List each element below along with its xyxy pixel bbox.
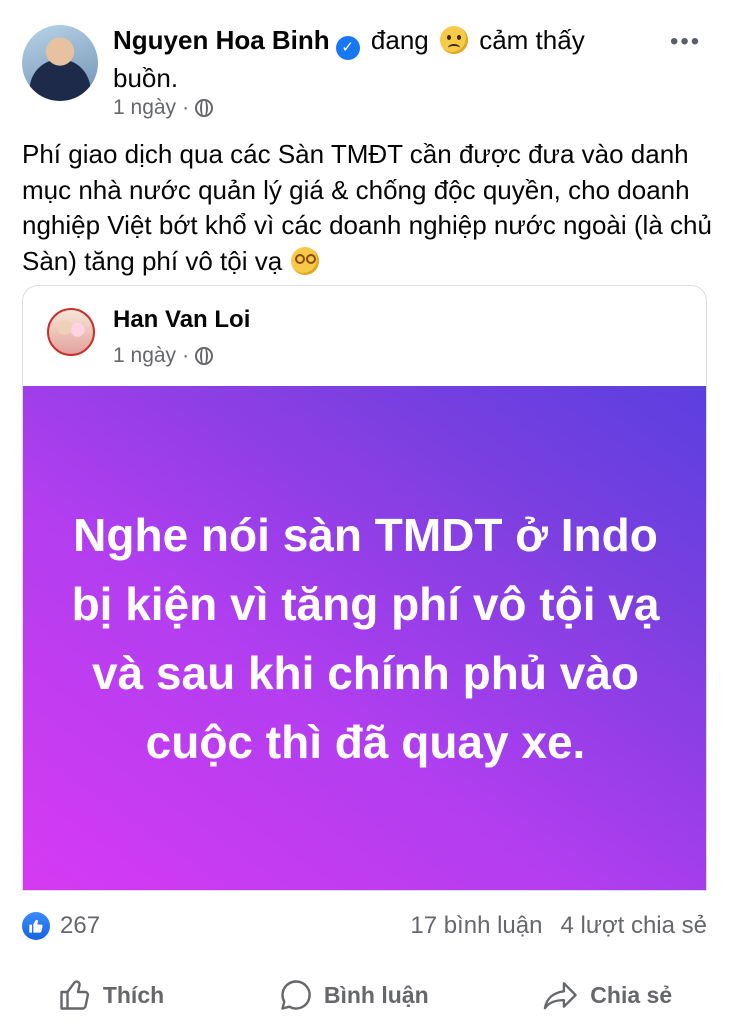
author-name[interactable]: Nguyen Hoa Binh: [113, 25, 330, 55]
post-time[interactable]: 1 ngày: [113, 96, 176, 120]
sad-face-emoji-icon: [439, 26, 468, 54]
share-label: Chia sẻ: [590, 981, 673, 1008]
share-button[interactable]: Chia sẻ: [542, 977, 672, 1013]
shared-post-meta: 1 ngày ·: [113, 344, 214, 368]
shared-author-name[interactable]: Han Van Loi: [113, 306, 250, 334]
post-meta: 1 ngày ·: [113, 96, 214, 120]
thumbs-up-icon: [60, 980, 89, 1010]
shared-author-avatar[interactable]: [47, 308, 95, 356]
shared-post-text: Nghe nói sàn TMDT ở Indo bị kiện vì tăng…: [71, 509, 660, 768]
post-body-text: Phí giao dịch qua các Sàn TMĐT cần được …: [22, 139, 712, 276]
action-bar: Thích Bình luận Chia sẻ: [0, 970, 729, 1020]
shared-post-card[interactable]: Han Van Loi 1 ngày · Nghe nói sàn TMDT ở…: [22, 285, 707, 891]
share-count[interactable]: 4 lượt chia sẻ: [560, 912, 707, 940]
separator-dot: ·: [182, 344, 190, 367]
shared-post-time[interactable]: 1 ngày: [113, 344, 176, 368]
comment-count[interactable]: 17 bình luận: [410, 912, 542, 940]
globe-icon: [195, 347, 214, 365]
like-reaction-icon: [22, 912, 50, 940]
comment-label: Bình luận: [323, 981, 429, 1008]
engagement-stats: 17 bình luận 4 lượt chia sẻ: [410, 912, 707, 940]
reaction-summary[interactable]: 267: [22, 912, 100, 940]
shared-post-background: Nghe nói sàn TMDT ở Indo bị kiện vì tăng…: [23, 386, 706, 890]
separator-dot: ·: [182, 96, 190, 119]
feeling-prefix: đang: [370, 25, 429, 55]
post-header: Nguyen Hoa Binh ✓ đang cảm thấy buồn.: [113, 22, 653, 96]
like-label: Thích: [102, 981, 165, 1008]
author-avatar[interactable]: [22, 25, 98, 101]
verified-badge-icon: ✓: [335, 36, 360, 60]
globe-icon: [195, 99, 214, 117]
like-button[interactable]: Thích: [57, 977, 164, 1013]
comment-button[interactable]: Bình luận: [278, 977, 429, 1013]
reaction-count: 267: [60, 912, 101, 939]
share-arrow-icon: [544, 982, 578, 1010]
comment-bubble-icon: [281, 980, 311, 1010]
dizzy-face-emoji-icon: [291, 246, 320, 275]
post-body: Phí giao dịch qua các Sàn TMĐT cần được …: [22, 137, 712, 279]
more-options-button[interactable]: •••: [670, 30, 710, 54]
